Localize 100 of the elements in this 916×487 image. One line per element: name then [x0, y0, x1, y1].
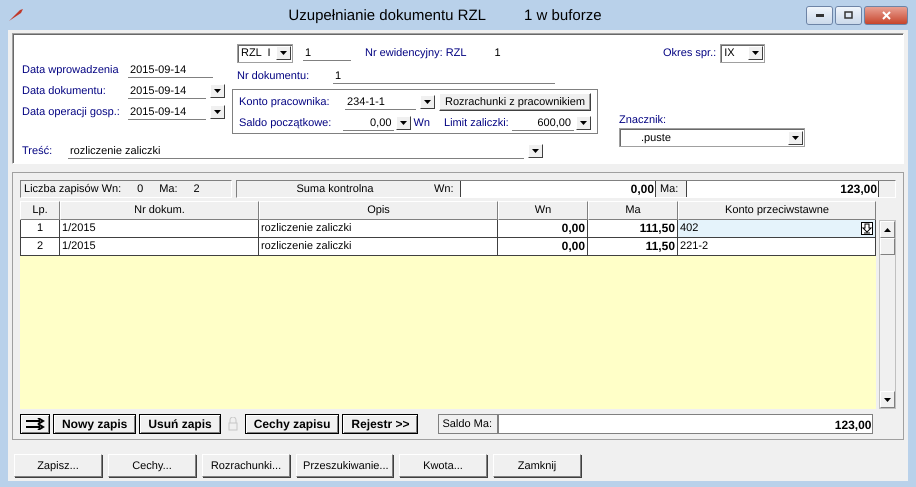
count-label: Ma: — [159, 183, 178, 195]
footer-button[interactable]: Cechy... — [108, 454, 196, 477]
switch-button[interactable] — [20, 414, 50, 434]
field-label: Konto pracownika: — [239, 96, 330, 108]
dropdown-button[interactable] — [748, 46, 764, 60]
column-header[interactable]: Lp. — [20, 201, 60, 220]
table-cell: 1 — [20, 220, 60, 238]
document-type-combo[interactable]: RZL I — [237, 44, 293, 62]
account-cell[interactable]: 221-2 — [678, 238, 876, 256]
caret-icon — [752, 51, 760, 55]
date-field[interactable]: 2015-09-14 — [128, 62, 213, 78]
table-cell: rozliczenie zaliczki — [259, 238, 498, 256]
account-value: 221-2 — [680, 239, 708, 254]
column-header[interactable]: Nr dokum. — [60, 201, 259, 220]
table-cell: 0,00 — [498, 220, 588, 238]
period-combo[interactable]: IX — [720, 44, 766, 62]
scroll-thumb[interactable] — [880, 238, 895, 255]
field-label: Saldo początkowe: — [239, 117, 332, 129]
account-field[interactable]: 234-1-1 — [345, 94, 416, 110]
checksum-ma-value: 123,00 — [686, 181, 879, 197]
footer-button[interactable]: Zamknij — [493, 454, 581, 477]
field-label: Data operacji gosp.: — [22, 106, 121, 118]
column-header[interactable]: Konto przeciwstawne — [678, 201, 876, 220]
toolbar-button[interactable]: Nowy zapis — [53, 414, 136, 434]
close-button[interactable] — [864, 6, 908, 24]
content-field[interactable]: rozliczenie zaliczki — [68, 144, 524, 158]
toolbar-button[interactable]: Usuń zapis — [139, 414, 221, 434]
balance-side: Wn — [413, 117, 430, 129]
caret-icon — [214, 110, 221, 114]
checksum-wn-label: Wn: — [434, 183, 455, 195]
dropdown-button[interactable] — [396, 116, 412, 130]
field-label: Limit zaliczki: — [444, 117, 510, 129]
column-header[interactable]: Opis — [259, 201, 498, 220]
dropdown-button[interactable] — [420, 95, 435, 109]
toolbar-button[interactable]: Cechy zapisu — [244, 414, 340, 434]
dropdown-button[interactable] — [210, 84, 225, 98]
account-value: 402 — [680, 221, 698, 236]
field-label: Data dokumentu: — [22, 85, 107, 97]
table-cell: 1/2015 — [60, 238, 259, 256]
field-label: Treść: — [22, 145, 54, 157]
footer-button[interactable]: Przeszukiwanie... — [296, 454, 393, 477]
table-cell: 11,50 — [588, 238, 678, 256]
field-label: Data wprowadzenia — [22, 64, 120, 76]
minimize-button[interactable] — [806, 6, 833, 24]
table-cell: 2 — [20, 238, 60, 256]
field-label: Znacznik: — [619, 114, 668, 126]
balance-value: 123,00 — [498, 414, 874, 434]
caret-icon — [884, 398, 892, 402]
caret-icon — [280, 51, 287, 55]
column-header[interactable]: Ma — [588, 201, 678, 220]
dropdown-button[interactable] — [528, 144, 543, 158]
footer-button[interactable]: Kwota... — [399, 454, 487, 477]
date-field[interactable]: 2015-09-14 — [128, 84, 206, 98]
scroll-up-button[interactable] — [880, 221, 895, 238]
date-field[interactable]: 2015-09-14 — [128, 104, 206, 120]
checksum-label: Suma kontrolna — [295, 183, 375, 195]
checksum-ma-label: Ma: — [660, 183, 680, 195]
table-cell: 0,00 — [498, 238, 588, 256]
dropdown-button[interactable] — [276, 46, 291, 60]
field-label: Okres spr.: — [663, 47, 716, 59]
maximize-button[interactable] — [835, 6, 862, 24]
caret-up-icon — [884, 228, 892, 232]
feather-icon — [8, 8, 24, 22]
scroll-down-button[interactable] — [880, 391, 895, 408]
marker-combo[interactable]: .puste — [619, 128, 805, 147]
dropdown-button[interactable] — [210, 105, 225, 119]
number-field[interactable]: 1 — [303, 46, 351, 60]
document-number-field[interactable]: 1 — [333, 68, 555, 84]
caret-icon — [532, 149, 539, 153]
dropdown-button[interactable] — [576, 116, 591, 130]
register-number: 1 — [494, 47, 501, 59]
footer-button[interactable]: Rozrachunki... — [202, 454, 290, 477]
table-cell: 1/2015 — [60, 220, 259, 238]
download-icon[interactable] — [861, 222, 873, 235]
buffer-count: 1 w buforze — [524, 6, 602, 24]
scrollbar[interactable] — [879, 220, 896, 409]
field-label: Nr dokumentu: — [237, 70, 310, 82]
count-label: Liczba zapisów Wn: — [24, 183, 122, 195]
dropdown-button[interactable] — [788, 130, 803, 144]
count-value: 2 — [192, 183, 201, 195]
count-value: 0 — [136, 183, 144, 195]
caret-icon — [400, 121, 408, 125]
balance-label: Saldo Ma: — [438, 414, 498, 434]
caret-icon — [424, 100, 431, 104]
close-icon — [882, 10, 890, 20]
caret-icon — [214, 89, 221, 93]
table-cell: rozliczenie zaliczki — [259, 220, 498, 238]
column-header[interactable]: Wn — [498, 201, 588, 220]
caret-icon — [580, 121, 587, 125]
window-title: Uzupełnianie dokumentu RZL — [288, 6, 486, 24]
account-cell[interactable]: 402 — [678, 220, 876, 238]
balance-field[interactable]: 0,00 — [343, 116, 394, 130]
register-label: Nr ewidencyjny: RZL — [365, 47, 466, 59]
settlements-button[interactable]: Rozrachunki z pracownikiem — [439, 93, 591, 111]
caret-icon — [792, 136, 799, 140]
minimize-icon — [816, 14, 824, 16]
toolbar-button[interactable]: Rejestr >> — [342, 414, 418, 434]
footer-button[interactable]: Zapisz... — [14, 454, 102, 477]
checksum-wn-value: 0,00 — [460, 181, 656, 197]
limit-field[interactable]: 600,00 — [512, 116, 574, 130]
